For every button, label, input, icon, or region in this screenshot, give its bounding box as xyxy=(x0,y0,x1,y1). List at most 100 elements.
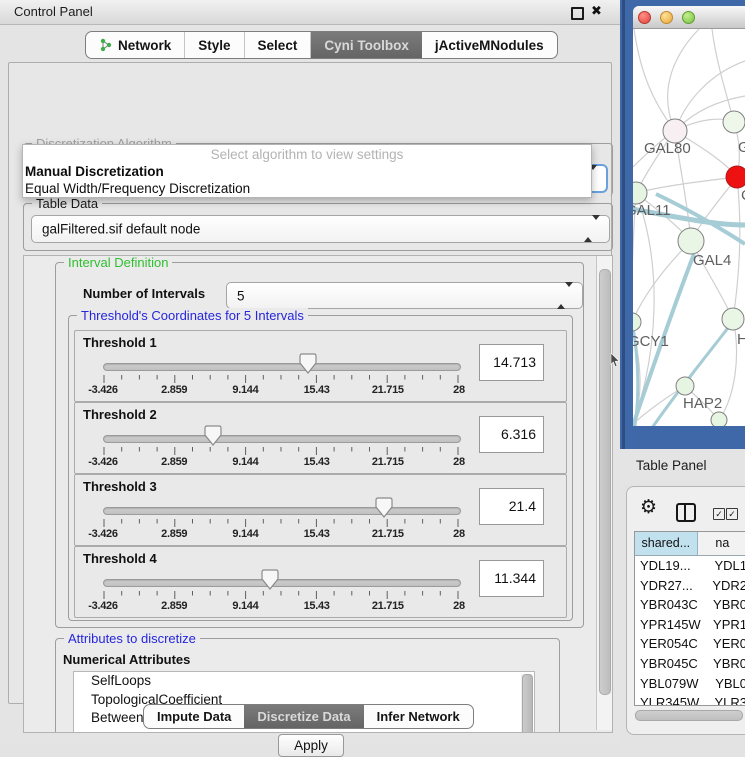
scale-label: -3.426 xyxy=(88,456,117,468)
slider-track[interactable] xyxy=(103,363,461,371)
threshold-value-field[interactable]: 11.344 xyxy=(479,560,544,597)
horizontal-scrollbar[interactable] xyxy=(634,709,744,721)
cell-name: YDL1 xyxy=(710,556,745,576)
threshold-label: Threshold 3 xyxy=(83,479,157,494)
list-scrollbar-thumb[interactable] xyxy=(522,674,533,733)
slider-thumb[interactable] xyxy=(299,353,317,374)
tab-label: jActiveMNodules xyxy=(435,38,544,53)
slider-thumb[interactable] xyxy=(261,569,279,590)
slider-thumb[interactable] xyxy=(204,425,222,446)
slider-ticks xyxy=(103,447,459,456)
bottom-tab-bar: Impute DataDiscretize DataInfer Network xyxy=(143,704,474,729)
tab-cyni-toolbox[interactable]: Cyni Toolbox xyxy=(311,32,422,58)
checkbox-icon[interactable]: ✓ xyxy=(713,508,725,520)
threshold-panel-2: Threshold 2-3.4262.8599.14415.4321.71528… xyxy=(74,402,567,474)
minimize-traffic-light-icon[interactable] xyxy=(660,11,673,24)
apply-button[interactable]: Apply xyxy=(278,734,344,757)
vertical-scrollbar-thumb[interactable] xyxy=(599,269,611,695)
tab-select[interactable]: Select xyxy=(245,32,312,58)
table-data-title: Table Data xyxy=(32,196,102,211)
algorithm-dropdown-popup: Select algorithm to view settings Manual… xyxy=(22,144,592,198)
tab-infer-network[interactable]: Infer Network xyxy=(364,705,473,728)
dropdown-option[interactable]: Equal Width/Frequency Discretization xyxy=(23,180,591,197)
tab-jactivemnodules[interactable]: jActiveMNodules xyxy=(422,32,557,58)
network-canvas[interactable]: GAL80GACGAL11GAL4GCY1HHAP2 xyxy=(633,29,745,426)
tab-network[interactable]: Network xyxy=(86,32,185,58)
svg-text:C: C xyxy=(741,187,745,204)
network-window-titlebar[interactable] xyxy=(633,6,745,29)
scale-label: 28 xyxy=(453,456,465,468)
checkbox-icon[interactable]: ✓ xyxy=(726,508,738,520)
number-of-intervals-label: Number of Intervals xyxy=(83,286,205,301)
svg-text:GAL4: GAL4 xyxy=(693,252,731,269)
scale-label: 21.715 xyxy=(372,600,404,612)
numerical-attributes-label: Numerical Attributes xyxy=(63,652,190,667)
scale-label: 9.144 xyxy=(232,456,258,468)
cell-name: YBR0 xyxy=(709,595,745,615)
node-attribute-table: shared... na YDL19...YDL1YDR27...YDR2YBR… xyxy=(634,531,745,706)
threshold-value-field[interactable]: 21.4 xyxy=(479,488,544,525)
tab-style[interactable]: Style xyxy=(185,32,244,58)
thresholds-group: Threshold's Coordinates for 5 Intervals … xyxy=(68,315,573,621)
attribute-list-item[interactable]: SelfLoops xyxy=(74,672,534,691)
threshold-value-field[interactable]: 14.713 xyxy=(479,344,544,381)
scale-label: 21.715 xyxy=(372,384,404,396)
slider-thumb[interactable] xyxy=(375,497,393,518)
close-traffic-light-icon[interactable] xyxy=(638,11,651,24)
vertical-scrollbar[interactable] xyxy=(596,256,612,730)
scale-label: 15.43 xyxy=(304,600,330,612)
cell-name: YBR0 xyxy=(709,654,745,674)
table-row[interactable]: YER054CYER0 xyxy=(635,634,745,654)
svg-text:GAL11: GAL11 xyxy=(633,202,671,219)
cell-shared-name: YLR345W xyxy=(635,693,710,706)
list-scrollbar[interactable] xyxy=(521,674,532,733)
number-of-intervals-value: 5 xyxy=(237,288,245,303)
table-row[interactable]: YDL19...YDL1 xyxy=(635,556,745,576)
table-row[interactable]: YPR145WYPR1 xyxy=(635,615,745,635)
split-columns-icon[interactable] xyxy=(676,503,696,522)
slider-ticks xyxy=(103,375,459,384)
cell-shared-name: YDL19... xyxy=(635,556,710,576)
threshold-panel-3: Threshold 3-3.4262.8599.14415.4321.71528… xyxy=(74,474,567,546)
scale-label: 9.144 xyxy=(232,600,258,612)
table-row[interactable]: YLR345WYLR3 xyxy=(635,693,745,706)
table-panel-titlebar: Table Panel xyxy=(620,449,745,484)
horizontal-scrollbar-thumb[interactable] xyxy=(635,710,743,721)
table-row[interactable]: YBR043CYBR0 xyxy=(635,595,745,615)
threshold-value-field[interactable]: 6.316 xyxy=(479,416,544,453)
float-window-icon[interactable] xyxy=(571,7,584,20)
cell-shared-name: YDR27... xyxy=(635,576,708,596)
slider-track[interactable] xyxy=(103,435,461,443)
slider-track[interactable] xyxy=(103,579,461,587)
control-panel: Control Panel ✖ NetworkStyleSelectCyni T… xyxy=(0,0,620,745)
spinner-arrows-icon[interactable] xyxy=(557,287,573,305)
network-window: GAL80GACGAL11GAL4GCY1HHAP2 xyxy=(633,6,745,426)
number-of-intervals-spinner[interactable]: 5 xyxy=(226,282,583,309)
control-panel-titlebar: Control Panel ✖ xyxy=(0,0,620,25)
cell-shared-name: YBR043C xyxy=(635,595,709,615)
close-icon[interactable]: ✖ xyxy=(591,3,602,19)
slider-track[interactable] xyxy=(103,507,461,515)
dropdown-option[interactable]: Manual Discretization xyxy=(23,163,591,180)
table-row[interactable]: YBR045CYBR0 xyxy=(635,654,745,674)
network-edges[interactable] xyxy=(633,29,745,426)
cyni-toolbox-panel: Discretization Algorithm Select algorith… xyxy=(8,62,612,704)
scale-label: 2.859 xyxy=(161,528,187,540)
cell-shared-name: YER054C xyxy=(635,634,709,654)
gear-icon[interactable]: ⚙ xyxy=(640,496,657,519)
scale-label: -3.426 xyxy=(88,600,117,612)
cell-shared-name: YBL079W xyxy=(635,674,711,694)
zoom-traffic-light-icon[interactable] xyxy=(682,11,695,24)
tab-impute-data[interactable]: Impute Data xyxy=(144,705,244,728)
column-header-shared[interactable]: shared... xyxy=(635,532,698,555)
column-header-name[interactable]: na xyxy=(698,532,745,555)
combo-arrows-icon[interactable] xyxy=(584,220,600,238)
scale-label: 28 xyxy=(453,384,465,396)
threshold-label: Threshold 4 xyxy=(83,551,157,566)
svg-text:HAP2: HAP2 xyxy=(683,395,722,412)
table-data-combobox[interactable]: galFiltered.sif default node xyxy=(31,215,610,243)
table-row[interactable]: YDR27...YDR2 xyxy=(635,576,745,596)
cell-shared-name: YBR045C xyxy=(635,654,709,674)
tab-discretize-data[interactable]: Discretize Data xyxy=(244,705,363,728)
table-row[interactable]: YBL079WYBL0 xyxy=(635,674,745,694)
